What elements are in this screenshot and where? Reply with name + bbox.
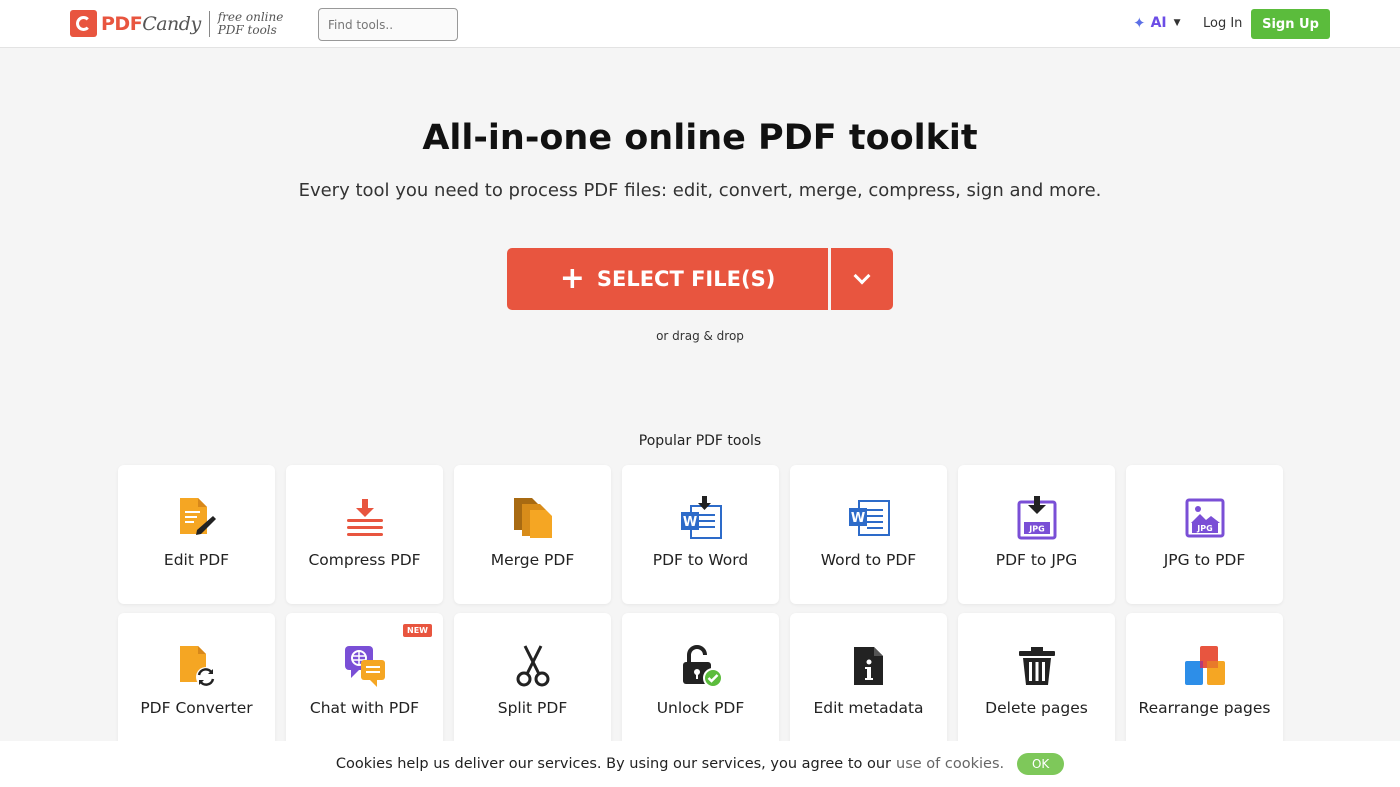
tool-label: Word to PDF: [820, 551, 917, 569]
login-link[interactable]: Log In: [1203, 16, 1242, 31]
chat-with-pdf-icon: [342, 643, 388, 689]
metadata-icon: [846, 643, 892, 689]
tool-label: Rearrange pages: [1138, 699, 1271, 717]
tool-label: Unlock PDF: [656, 699, 745, 717]
jpg-to-pdf-icon: JPG: [1182, 495, 1228, 541]
select-source-dropdown[interactable]: [831, 248, 893, 310]
tool-card-rearrange-pages[interactable]: Rearrange pages: [1126, 613, 1283, 752]
tool-card-compress-pdf[interactable]: Compress PDF: [286, 465, 443, 604]
search-input[interactable]: [318, 8, 458, 41]
tool-label: Compress PDF: [308, 551, 421, 569]
tool-label: Merge PDF: [490, 551, 575, 569]
top-header: PDFCandy free online PDF tools ✦ AI ▼ Lo…: [0, 0, 1400, 48]
cookie-banner: Cookies help us deliver our services. By…: [0, 741, 1400, 787]
tool-card-jpg-to-pdf[interactable]: JPG JPG to PDF: [1126, 465, 1283, 604]
tool-label: PDF to Word: [652, 551, 749, 569]
tool-label: PDF to JPG: [995, 551, 1078, 569]
cookie-policy-link[interactable]: use of cookies.: [896, 756, 1004, 772]
unlock-icon: [678, 643, 724, 689]
tool-card-edit-metadata[interactable]: Edit metadata: [790, 613, 947, 752]
tool-card-delete-pages[interactable]: Delete pages: [958, 613, 1115, 752]
drag-drop-hint: or drag & drop: [656, 329, 744, 343]
ai-label: AI: [1150, 15, 1167, 31]
pdf-converter-icon: [174, 643, 220, 689]
sparkle-icon: ✦: [1133, 14, 1146, 32]
svg-text:W: W: [682, 515, 696, 530]
tool-card-word-to-pdf[interactable]: W Word to PDF: [790, 465, 947, 604]
tool-card-pdf-converter[interactable]: PDF Converter: [118, 613, 275, 752]
tool-card-pdf-to-jpg[interactable]: JPG PDF to JPG: [958, 465, 1115, 604]
pdf-to-word-icon: W: [678, 495, 724, 541]
popular-tools-heading: Popular PDF tools: [638, 433, 762, 449]
cookie-ok-button[interactable]: OK: [1017, 753, 1065, 775]
chevron-down-icon: [853, 267, 871, 285]
tool-label: Edit PDF: [163, 551, 230, 569]
tools-grid: Edit PDF Compress PDF Merge PDF W PDF to…: [118, 465, 1283, 752]
svg-text:JPG: JPG: [1028, 525, 1044, 534]
tool-card-chat-with-pdf[interactable]: NEW Chat with PDF: [286, 613, 443, 752]
trash-icon: [1014, 643, 1060, 689]
pdf-to-jpg-icon: JPG: [1014, 495, 1060, 541]
edit-pdf-icon: [174, 495, 220, 541]
logo-divider: [208, 10, 210, 37]
ai-menu[interactable]: ✦ AI ▼: [1133, 14, 1181, 32]
brand-tagline: free online PDF tools: [217, 9, 284, 37]
pdfcandy-logo-icon: [70, 10, 97, 37]
tool-card-pdf-to-word[interactable]: W PDF to Word: [622, 465, 779, 604]
tool-label: Chat with PDF: [309, 699, 420, 717]
tool-card-split-pdf[interactable]: Split PDF: [454, 613, 611, 752]
tool-label: Split PDF: [497, 699, 568, 717]
brand-name: PDFCandy: [101, 12, 201, 35]
plus-icon: +: [559, 261, 585, 296]
select-files-label: SELECT FILE(S): [596, 267, 776, 291]
signup-button[interactable]: Sign Up: [1251, 9, 1330, 39]
svg-text:W: W: [850, 511, 864, 526]
page-subtitle: Every tool you need to process PDF files…: [298, 180, 1102, 201]
svg-text:JPG: JPG: [1196, 524, 1212, 533]
page-title: All-in-one online PDF toolkit: [422, 118, 978, 158]
tool-card-merge-pdf[interactable]: Merge PDF: [454, 465, 611, 604]
tool-card-unlock-pdf[interactable]: Unlock PDF: [622, 613, 779, 752]
tool-label: Edit metadata: [813, 699, 924, 717]
tool-label: PDF Converter: [140, 699, 253, 717]
tool-label: JPG to PDF: [1163, 551, 1246, 569]
tool-label: Delete pages: [985, 699, 1088, 717]
merge-pdf-icon: [510, 495, 556, 541]
rearrange-icon: [1182, 643, 1228, 689]
word-to-pdf-icon: W: [846, 495, 892, 541]
cookie-text: Cookies help us deliver our services. By…: [335, 756, 892, 772]
compress-pdf-icon: [342, 495, 388, 541]
new-badge: NEW: [403, 624, 432, 637]
logo[interactable]: PDFCandy free online PDF tools: [70, 10, 288, 37]
caret-down-icon: ▼: [1173, 18, 1181, 28]
scissors-icon: [510, 643, 556, 689]
select-files-button[interactable]: + SELECT FILE(S): [507, 248, 828, 310]
tool-card-edit-pdf[interactable]: Edit PDF: [118, 465, 275, 604]
